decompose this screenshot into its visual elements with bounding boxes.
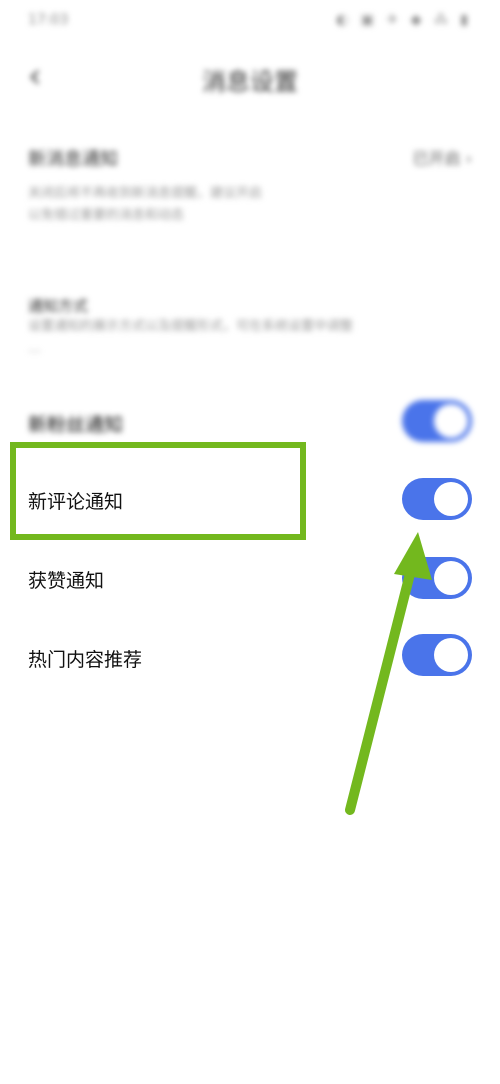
arrow-shaft [345,561,417,815]
arrow-annotation [345,532,432,815]
arrow-head [394,532,432,580]
